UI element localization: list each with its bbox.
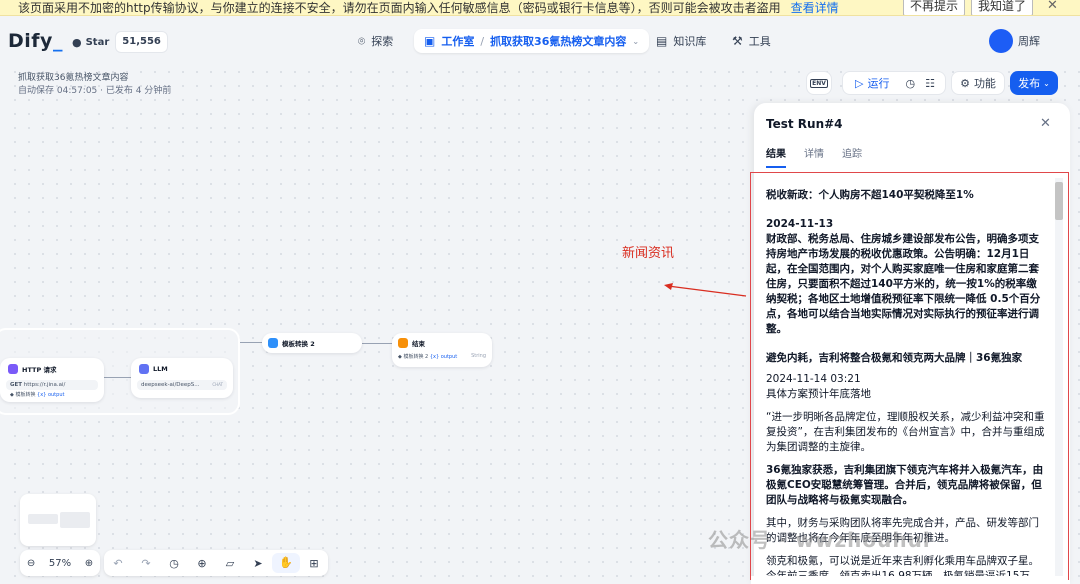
tab-details[interactable]: 详情 [804, 145, 824, 168]
template-icon [268, 338, 278, 348]
add-note-icon[interactable]: ▱ [216, 557, 244, 570]
close-icon[interactable]: ✕ [1040, 116, 1051, 131]
tab-result[interactable]: 结果 [766, 145, 786, 168]
llm-model: deepseek-ai/DeepS... CHAT [137, 380, 227, 390]
http-request-node[interactable]: HTTP 请求 GET https://r.jina.ai/ ◆ 模板转换 {x… [0, 358, 104, 402]
compass-icon: ⌾ [358, 33, 366, 48]
watermark: 公众号 · wwzhouhui [708, 528, 931, 552]
run-button[interactable]: ▷ 运行 ◷ ☷ [842, 71, 946, 95]
edge [103, 377, 131, 378]
canvas-toolbar: ↶ ↷ ◷ ⊕ ▱ ➤ ✋ ⊞ [104, 550, 328, 576]
github-icon: ● [72, 35, 82, 49]
paragraph-2b: “进一步明晰各品牌定位，理顺股权关系，减少利益冲突和重复投资”，在吉利集团发布的… [766, 411, 1045, 453]
warning-text: 该页面采用不加密的http传输协议，与你建立的连接不安全，请勿在页面内输入任何敏… [18, 1, 781, 15]
top-header: Dify_ ● Star 51,556 ⌾ 探索 ▣ 工作室 / 抓取获取36氪热榜… [0, 17, 1080, 65]
paragraph-2c: 36氪独家获悉，吉利集团旗下领克汽车将并入极氪汽车，由极氪CEO安聪慧统筹管理。… [766, 464, 1044, 506]
date-2: 2024-11-14 03:21 [766, 373, 861, 385]
checklist-icon[interactable]: ☷ [925, 77, 935, 90]
version-history-icon[interactable]: ◷ [160, 557, 188, 570]
publish-button[interactable]: 发布 ⌄ [1010, 71, 1058, 95]
user-name: 周辉 [1018, 35, 1040, 48]
tab-trace[interactable]: 追踪 [842, 145, 862, 168]
pointer-icon[interactable]: ➤ [244, 557, 272, 570]
edge [362, 343, 392, 344]
chevron-down-icon: ⌄ [632, 36, 640, 46]
zoom-level[interactable]: 57% [49, 558, 71, 569]
llm-icon [139, 364, 149, 374]
zoom-controls: ⊖ 57% ⊕ [20, 550, 100, 576]
env-icon: ENV [810, 78, 828, 88]
organize-icon[interactable]: ⊞ [300, 557, 328, 570]
paragraph-2a: 具体方案预计年底落地 [766, 388, 871, 400]
play-icon: ▷ [855, 76, 864, 90]
current-app-selector[interactable]: 抓取获取36氪热榜文章内容 [490, 33, 626, 49]
dont-show-again-button[interactable]: 不再提示 [903, 0, 966, 15]
nav-tools[interactable]: ⚒ 工具 [732, 29, 771, 53]
annotation-arrow [664, 283, 747, 297]
scrollbar[interactable] [1055, 178, 1063, 576]
got-it-button[interactable]: 我知道了 [971, 0, 1034, 15]
end-node[interactable]: 结束 ◆ 模板转换 2 {x} output String [392, 333, 492, 367]
panel-title: Test Run#4 [766, 117, 843, 131]
panel-tabs: 结果 详情 追踪 [766, 145, 862, 168]
github-star-count: 51,556 [115, 31, 168, 53]
end-icon [398, 338, 408, 348]
robot-icon: ▣ [424, 34, 436, 48]
app-title: 抓取获取36氪热榜文章内容 [18, 73, 129, 83]
edge [240, 342, 262, 343]
hammer-icon: ⚒ [732, 34, 743, 48]
book-icon: ▤ [656, 34, 668, 48]
close-icon[interactable]: ✕ [1047, 0, 1058, 13]
minimap[interactable] [20, 494, 96, 546]
features-button[interactable]: ⚙ 功能 [951, 71, 1005, 95]
paragraph-1: 财政部、税务总局、住房城乡建设部发布公告，明确多项支持房地产市场发展的税收优惠政… [766, 233, 1041, 335]
nav-studio[interactable]: ▣ 工作室 / 抓取获取36氪热榜文章内容 ⌄ [414, 29, 650, 53]
redo-icon[interactable]: ↷ [132, 557, 160, 570]
http-icon [8, 364, 18, 374]
template-transform-node[interactable]: 模板转换 2 [262, 333, 362, 353]
zoom-out-icon[interactable]: ⊖ [27, 558, 35, 569]
dify-logo[interactable]: Dify_ [8, 30, 63, 52]
llm-node[interactable]: LLM deepseek-ai/DeepS... CHAT [131, 358, 233, 398]
date-1: 2024-11-13 [766, 218, 834, 230]
avatar[interactable] [989, 29, 1013, 53]
zoom-in-icon[interactable]: ⊕ [85, 558, 93, 569]
annotation-label: 新闻资讯 [622, 246, 675, 261]
chevron-down-icon: ⌄ [1043, 78, 1050, 88]
nav-explore[interactable]: ⌾ 探索 [358, 29, 393, 53]
user-menu[interactable]: 周辉 [1018, 29, 1040, 53]
nav-knowledge[interactable]: ▤ 知识库 [656, 29, 706, 53]
hand-icon[interactable]: ✋ [272, 553, 300, 573]
security-warning-bar: 该页面采用不加密的http传输协议，与你建立的连接不安全，请勿在页面内输入任何敏… [0, 0, 1080, 16]
github-star-badge[interactable]: ● Star 51,556 [66, 31, 168, 53]
features-icon: ⚙ [960, 76, 970, 90]
history-icon[interactable]: ◷ [905, 77, 915, 90]
add-node-icon[interactable]: ⊕ [188, 557, 216, 570]
headline-2: 避免内耗，吉利将整合极氪和领克两大品牌｜36氪独家 [766, 352, 1023, 364]
autosave-status: 自动保存 04:57:05 · 已发布 4 分钟前 [18, 86, 172, 96]
http-url: GET https://r.jina.ai/ [6, 380, 98, 390]
env-button[interactable]: ENV [806, 71, 832, 95]
headline-1: 税收新政：个人购房不超140平契税降至1% [766, 189, 974, 201]
view-details-link[interactable]: 查看详情 [791, 0, 839, 15]
undo-icon[interactable]: ↶ [104, 557, 132, 570]
